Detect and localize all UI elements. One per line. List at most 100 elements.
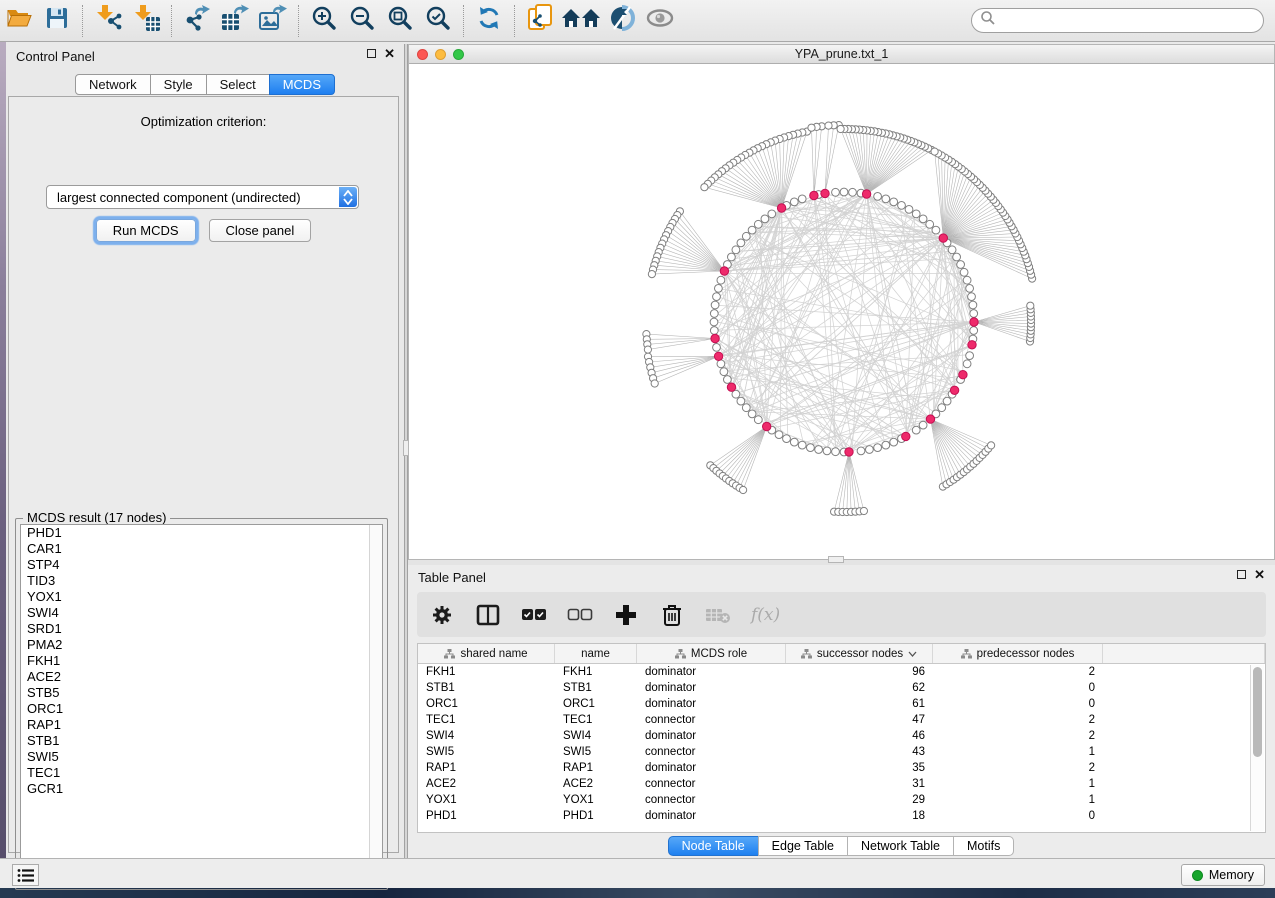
table-cell[interactable]: 96 xyxy=(786,666,933,678)
search-input[interactable] xyxy=(996,14,1263,28)
close-window-icon[interactable] xyxy=(417,49,428,60)
tab-network-table[interactable]: Network Table xyxy=(847,836,954,856)
table-cell[interactable]: dominator xyxy=(637,698,786,710)
mcds-result-item[interactable]: TEC1 xyxy=(21,765,382,781)
import-network-button[interactable] xyxy=(89,4,127,38)
table-row[interactable]: FKH1FKH1dominator962 xyxy=(418,664,1265,680)
show-hide-button[interactable] xyxy=(641,4,679,38)
mcds-result-item[interactable]: STP4 xyxy=(21,557,382,573)
table-cell[interactable]: YOX1 xyxy=(555,794,637,806)
table-cell[interactable]: 35 xyxy=(786,762,933,774)
table-cell[interactable]: 2 xyxy=(933,762,1103,774)
mcds-result-item[interactable]: SWI5 xyxy=(21,749,382,765)
mcds-result-item[interactable]: ORC1 xyxy=(21,701,382,717)
table-row[interactable]: STB1STB1dominator620 xyxy=(418,680,1265,696)
tab-motifs[interactable]: Motifs xyxy=(953,836,1014,856)
tab-edge-table[interactable]: Edge Table xyxy=(758,836,848,856)
table-cell[interactable]: SWI5 xyxy=(418,746,555,758)
table-cell[interactable]: YOX1 xyxy=(418,794,555,806)
table-cell[interactable]: SWI5 xyxy=(555,746,637,758)
column-header-name[interactable]: name xyxy=(555,644,637,663)
table-cell[interactable]: 2 xyxy=(933,730,1103,742)
table-cell[interactable]: 61 xyxy=(786,698,933,710)
table-cell[interactable]: FKH1 xyxy=(555,666,637,678)
table-scrollbar-thumb[interactable] xyxy=(1253,667,1262,757)
delete-column-icon[interactable] xyxy=(659,602,685,628)
mcds-result-item[interactable]: YOX1 xyxy=(21,589,382,605)
mcds-result-item[interactable]: TID3 xyxy=(21,573,382,589)
table-cell[interactable]: connector xyxy=(637,746,786,758)
refresh-button[interactable] xyxy=(470,4,508,38)
optimization-criterion-select[interactable]: largest connected component (undirected) xyxy=(46,185,359,209)
table-cell[interactable]: 62 xyxy=(786,682,933,694)
table-cell[interactable]: 1 xyxy=(933,794,1103,806)
mcds-result-item[interactable]: RAP1 xyxy=(21,717,382,733)
table-cell[interactable]: dominator xyxy=(637,810,786,822)
add-column-icon[interactable] xyxy=(613,602,639,628)
mcds-result-item[interactable]: CAR1 xyxy=(21,541,382,557)
mcds-result-item[interactable]: GCR1 xyxy=(21,781,382,797)
table-cell[interactable]: STB1 xyxy=(555,682,637,694)
column-header-shared-name[interactable]: shared name xyxy=(418,644,555,663)
export-network-button[interactable] xyxy=(178,4,216,38)
table-cell[interactable]: SWI4 xyxy=(555,730,637,742)
table-cell[interactable]: 2 xyxy=(933,666,1103,678)
table-cell[interactable]: TEC1 xyxy=(418,714,555,726)
table-cell[interactable]: RAP1 xyxy=(555,762,637,774)
table-cell[interactable]: 31 xyxy=(786,778,933,790)
select-all-columns-icon[interactable] xyxy=(521,602,547,628)
mcds-result-list[interactable]: PHD1CAR1STP4TID3YOX1SWI4SRD1PMA2FKH1ACE2… xyxy=(20,524,383,885)
tab-mcds[interactable]: MCDS xyxy=(269,74,335,95)
table-cell[interactable]: connector xyxy=(637,778,786,790)
tab-style[interactable]: Style xyxy=(150,74,207,95)
mcds-result-item[interactable]: SRD1 xyxy=(21,621,382,637)
table-cell[interactable]: 0 xyxy=(933,682,1103,694)
column-header-MCDS-role[interactable]: MCDS role xyxy=(637,644,786,663)
tab-node-table[interactable]: Node Table xyxy=(668,836,759,856)
table-cell[interactable]: 2 xyxy=(933,714,1103,726)
mcds-result-item[interactable]: FKH1 xyxy=(21,653,382,669)
close-panel-icon[interactable]: ✕ xyxy=(384,49,395,58)
result-list-scrollbar[interactable] xyxy=(369,525,382,884)
table-cell[interactable]: 46 xyxy=(786,730,933,742)
table-cell[interactable]: ACE2 xyxy=(418,778,555,790)
table-cell[interactable]: 18 xyxy=(786,810,933,822)
open-file-button[interactable] xyxy=(0,4,38,38)
table-scrollbar[interactable] xyxy=(1250,665,1264,831)
function-builder-icon[interactable]: f(x) xyxy=(751,605,780,625)
table-cell[interactable]: 47 xyxy=(786,714,933,726)
column-header-predecessor-nodes[interactable]: predecessor nodes xyxy=(933,644,1103,663)
column-header-successor-nodes[interactable]: successor nodes xyxy=(786,644,933,663)
table-cell[interactable]: ORC1 xyxy=(418,698,555,710)
table-cell[interactable]: 0 xyxy=(933,810,1103,822)
table-cell[interactable]: SWI4 xyxy=(418,730,555,742)
table-cell[interactable]: dominator xyxy=(637,762,786,774)
tab-select[interactable]: Select xyxy=(206,74,270,95)
table-row[interactable]: SWI5SWI5connector431 xyxy=(418,744,1265,760)
table-row[interactable]: RAP1RAP1dominator352 xyxy=(418,760,1265,776)
table-row[interactable]: PHD1PHD1dominator180 xyxy=(418,808,1265,824)
graphics-details-button[interactable] xyxy=(603,4,641,38)
table-cell[interactable]: dominator xyxy=(637,666,786,678)
table-row[interactable]: YOX1YOX1connector291 xyxy=(418,792,1265,808)
network-view-canvas[interactable] xyxy=(409,64,1274,559)
mcds-result-item[interactable]: STB1 xyxy=(21,733,382,749)
zoom-in-button[interactable] xyxy=(305,4,343,38)
table-cell[interactable]: dominator xyxy=(637,682,786,694)
float-window-icon[interactable] xyxy=(1237,570,1246,579)
float-window-icon[interactable] xyxy=(367,49,376,58)
table-cell[interactable]: PHD1 xyxy=(418,810,555,822)
minimize-window-icon[interactable] xyxy=(435,49,446,60)
export-image-button[interactable] xyxy=(254,4,292,38)
mcds-result-item[interactable]: PHD1 xyxy=(21,525,382,541)
mcds-result-item[interactable]: ACE2 xyxy=(21,669,382,685)
task-history-button[interactable] xyxy=(12,864,39,886)
preferred-layout-button[interactable] xyxy=(559,4,603,38)
table-cell[interactable]: FKH1 xyxy=(418,666,555,678)
table-cell[interactable]: ORC1 xyxy=(555,698,637,710)
horizontal-splitter-handle[interactable] xyxy=(828,556,844,563)
maximize-window-icon[interactable] xyxy=(453,49,464,60)
run-mcds-button[interactable]: Run MCDS xyxy=(96,219,196,242)
split-view-icon[interactable] xyxy=(475,602,501,628)
table-cell[interactable]: 1 xyxy=(933,778,1103,790)
